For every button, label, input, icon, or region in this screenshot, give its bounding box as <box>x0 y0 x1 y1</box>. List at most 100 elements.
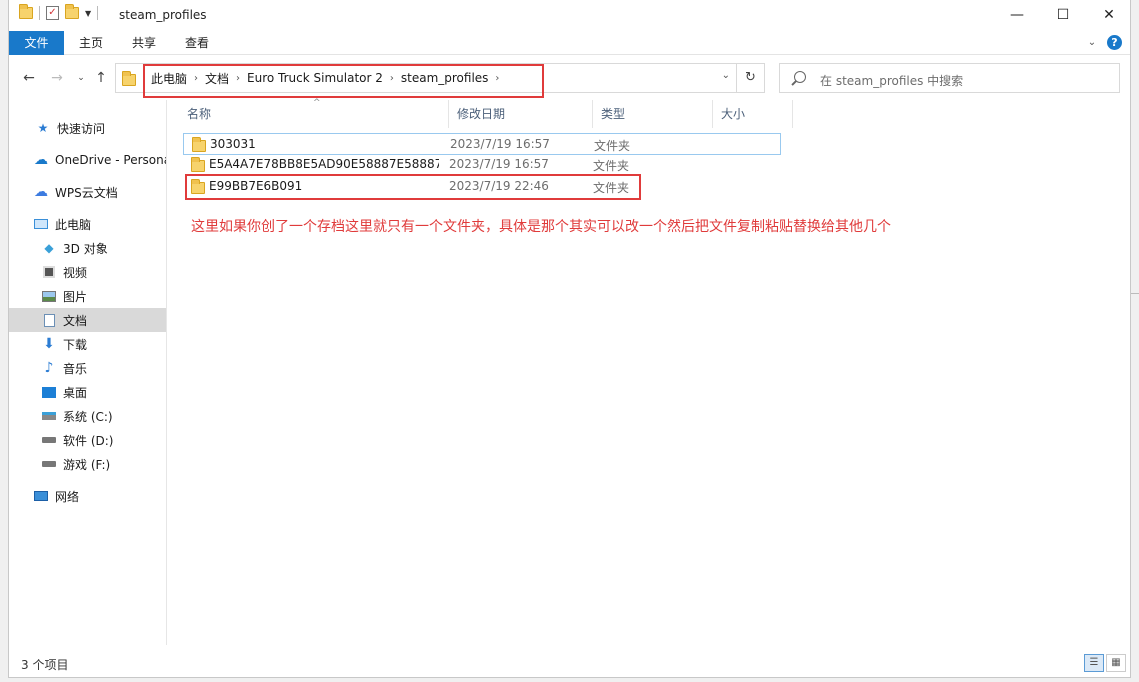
file-name: 303031 <box>210 137 256 151</box>
pc-icon <box>33 217 49 231</box>
sidebar-item-label: 视频 <box>63 265 88 280</box>
quick-access-toolbar: ✓ ▼ <box>19 4 99 20</box>
large-icons-view-button[interactable]: ▦ <box>1106 654 1126 672</box>
search-icon <box>794 71 806 83</box>
details-view-button[interactable]: ☰ <box>1084 654 1104 672</box>
sidebar-item-label: 下载 <box>63 337 88 352</box>
file-name: E5A4A7E78BB8E5AD90E58887E58887... <box>209 157 439 171</box>
wps-cloud-icon: ☁ <box>34 184 48 200</box>
customize-toolbar-icon[interactable]: ▼ <box>85 9 91 18</box>
file-date: 2023/7/19 16:57 <box>450 137 550 151</box>
sidebar-item-videos[interactable]: 视频 <box>9 260 166 284</box>
back-button[interactable]: ← <box>19 68 39 88</box>
close-button[interactable]: ✕ <box>1086 0 1132 30</box>
download-icon: ⬇ <box>43 336 55 352</box>
window-title: steam_profiles <box>119 8 207 22</box>
column-header-type[interactable]: 类型 <box>593 100 713 128</box>
title-bar: ✓ ▼ steam_profiles — ☐ ✕ <box>9 0 1130 32</box>
highlight-box-address <box>143 64 544 98</box>
forward-button[interactable]: → <box>47 68 67 88</box>
sidebar-item-wps-cloud[interactable]: ☁ WPS云文档 <box>9 180 166 204</box>
properties-icon[interactable]: ✓ <box>46 6 59 20</box>
background-window-edge <box>0 0 8 678</box>
search-box[interactable]: 在 steam_profiles 中搜索 <box>779 63 1120 93</box>
table-row[interactable]: 303031 2023/7/19 16:57 文件夹 <box>183 133 781 155</box>
sidebar-item-drive-f[interactable]: 游戏 (F:) <box>9 452 166 476</box>
table-row[interactable]: E5A4A7E78BB8E5AD90E58887E58887... 2023/7… <box>183 154 781 176</box>
maximize-button[interactable]: ☐ <box>1040 0 1086 30</box>
file-type: 文件夹 <box>594 139 631 153</box>
status-bar: 3 个项目 ☰ ▦ <box>9 652 1130 676</box>
help-icon[interactable]: ? <box>1107 35 1122 50</box>
sidebar-item-label: 软件 (D:) <box>63 433 114 448</box>
sidebar-item-label: 此电脑 <box>55 217 92 232</box>
column-header-name[interactable]: 名称 <box>179 100 449 128</box>
sidebar-item-onedrive[interactable]: ☁ OneDrive - Personal <box>9 148 166 172</box>
sidebar-item-label: WPS云文档 <box>55 185 118 200</box>
cube-icon: ◆ <box>44 241 54 255</box>
sidebar-item-desktop[interactable]: 桌面 <box>9 380 166 404</box>
sidebar-item-label: 文档 <box>63 313 88 328</box>
sidebar-item-label: 音乐 <box>63 361 88 376</box>
toolbar-divider <box>39 6 40 20</box>
network-icon <box>33 489 49 503</box>
sidebar-item-label: 图片 <box>63 289 88 304</box>
sidebar-item-drive-c[interactable]: 系统 (C:) <box>9 404 166 428</box>
sidebar-item-quick-access[interactable]: ★ 快速访问 <box>9 116 166 140</box>
tab-home[interactable]: 主页 <box>71 31 111 55</box>
folder-icon <box>122 71 136 86</box>
up-button[interactable]: ↑ <box>91 68 111 88</box>
ribbon-controls: ⌄ ? <box>1085 35 1122 50</box>
sidebar-item-label: 快速访问 <box>57 121 106 136</box>
highlight-box-folder <box>185 174 641 200</box>
file-list: ^ 名称 修改日期 类型 大小 303031 2023/7/19 16:57 文… <box>177 98 1132 645</box>
sidebar-item-music[interactable]: ♪ 音乐 <box>9 356 166 380</box>
star-icon: ★ <box>37 121 49 135</box>
annotation-note: 这里如果你创了一个存档这里就只有一个文件夹，具体是那个其实可以改一个然后把文件复… <box>191 219 891 235</box>
cloud-icon: ☁ <box>34 152 48 168</box>
sidebar-item-label: 3D 对象 <box>63 241 108 256</box>
column-header-size[interactable]: 大小 <box>713 100 793 128</box>
new-folder-icon[interactable] <box>65 4 79 19</box>
sidebar-item-label: 桌面 <box>63 385 88 400</box>
file-date: 2023/7/19 16:57 <box>449 157 549 171</box>
file-type: 文件夹 <box>593 159 630 173</box>
folder-icon <box>19 4 33 19</box>
tab-file[interactable]: 文件 <box>9 31 64 55</box>
background-divider <box>1131 293 1139 294</box>
sidebar-item-label: 系统 (C:) <box>63 409 113 424</box>
chevron-down-icon[interactable]: ⌄ <box>722 70 730 81</box>
desktop-icon <box>41 385 57 399</box>
ribbon-tabs: 文件 主页 共享 查看 ⌄ ? <box>9 31 1130 55</box>
tab-share[interactable]: 共享 <box>124 31 164 55</box>
sidebar-item-3d-objects[interactable]: ◆ 3D 对象 <box>9 236 166 260</box>
sidebar-item-label: OneDrive - Personal <box>55 153 166 167</box>
minimize-button[interactable]: — <box>994 0 1040 30</box>
search-input[interactable]: 在 steam_profiles 中搜索 <box>820 72 963 89</box>
folder-icon <box>191 157 205 172</box>
tab-view[interactable]: 查看 <box>177 31 217 55</box>
drive-icon <box>41 457 57 471</box>
sidebar-item-label: 网络 <box>55 489 80 504</box>
system-drive-icon <box>41 409 57 423</box>
sidebar-item-downloads[interactable]: ⬇ 下载 <box>9 332 166 356</box>
file-explorer-window: ✓ ▼ steam_profiles — ☐ ✕ 文件 主页 共享 查看 ⌄ ?… <box>8 0 1131 678</box>
sidebar-item-pictures[interactable]: 图片 <box>9 284 166 308</box>
toolbar-divider <box>97 6 99 20</box>
navigation-pane: ★ 快速访问 ☁ OneDrive - Personal ☁ WPS云文档 此电… <box>9 100 167 645</box>
item-count: 3 个项目 <box>21 658 69 672</box>
sidebar-item-this-pc[interactable]: 此电脑 <box>9 212 166 236</box>
expand-ribbon-icon[interactable]: ⌄ <box>1085 36 1099 50</box>
recent-locations-button[interactable]: ⌄ <box>71 68 91 88</box>
sidebar-item-drive-d[interactable]: 软件 (D:) <box>9 428 166 452</box>
music-icon: ♪ <box>44 360 54 376</box>
video-icon <box>41 265 57 279</box>
refresh-button[interactable]: ↻ <box>737 63 765 93</box>
sidebar-item-label: 游戏 (F:) <box>63 457 111 472</box>
sidebar-item-network[interactable]: 网络 <box>9 484 166 508</box>
drive-icon <box>41 433 57 447</box>
sidebar-item-documents[interactable]: 文档 <box>9 308 166 332</box>
folder-icon <box>192 137 206 152</box>
column-header-date[interactable]: 修改日期 <box>449 100 593 128</box>
picture-icon <box>41 289 57 303</box>
